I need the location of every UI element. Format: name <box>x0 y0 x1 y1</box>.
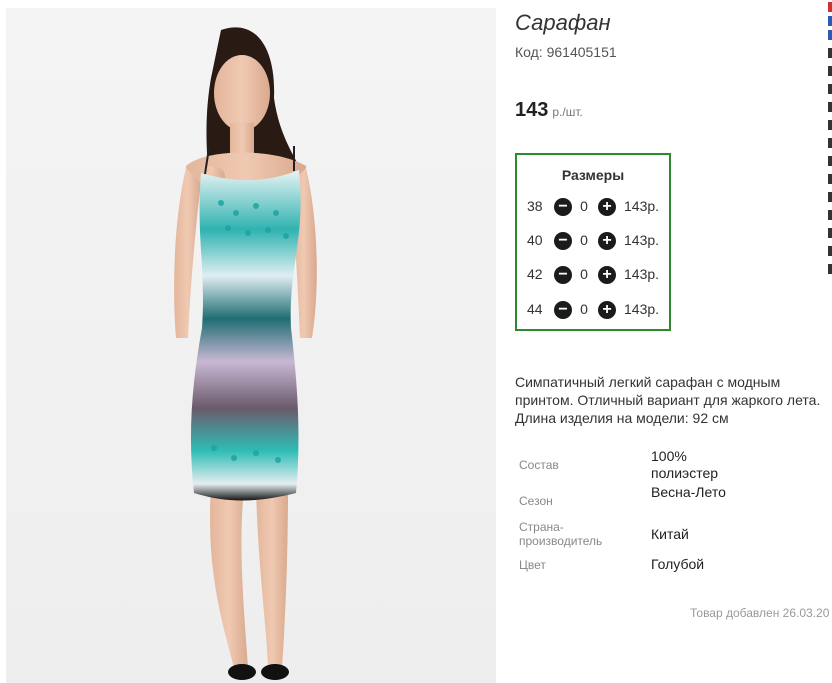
minus-icon[interactable]: − <box>554 266 572 284</box>
sizes-title: Размеры <box>561 167 625 183</box>
price-unit: р./шт. <box>552 105 583 119</box>
size-qty: 0 <box>580 232 588 248</box>
attribute-key: Сезон <box>519 494 553 508</box>
size-price: 143р. <box>624 232 660 248</box>
added-date: Товар добавлен 26.03.20 <box>690 606 830 620</box>
product-title: Сарафан <box>515 10 611 35</box>
plus-icon[interactable]: + <box>598 232 616 250</box>
product-code: Код: 961405151 <box>515 44 617 60</box>
attribute-value: Весна-Лето <box>651 484 726 500</box>
attribute-value: Китай <box>651 526 689 542</box>
attribute-key: Состав <box>519 458 559 472</box>
size-qty: 0 <box>580 198 588 214</box>
product-photo <box>6 8 496 683</box>
size-label: 42 <box>527 266 543 282</box>
minus-icon[interactable]: − <box>554 301 572 319</box>
minus-icon[interactable]: − <box>554 232 572 250</box>
minus-icon[interactable]: − <box>554 198 572 216</box>
attribute-key: Цвет <box>519 558 546 572</box>
attribute-key: Страна-производитель <box>519 520 603 548</box>
plus-icon[interactable]: + <box>598 301 616 319</box>
plus-icon[interactable]: + <box>598 198 616 216</box>
sizes-box: Размеры 38 − 0 + 143р. 40 − 0 + 143р. 42… <box>515 153 671 331</box>
price-value: 143 <box>515 99 549 121</box>
size-qty: 0 <box>580 266 588 282</box>
size-row: 40 − 0 + 143р. <box>517 230 669 252</box>
size-qty: 0 <box>580 301 588 317</box>
size-row: 42 − 0 + 143р. <box>517 264 669 286</box>
cropped-side-column <box>828 0 832 290</box>
attribute-value: 100% полиэстер <box>651 448 719 481</box>
size-label: 44 <box>527 301 543 317</box>
product-price: 143 р./шт. <box>515 99 583 122</box>
attribute-value: Голубой <box>651 556 705 572</box>
size-row: 38 − 0 + 143р. <box>517 196 669 218</box>
product-description: Симпатичный легкий сарафан с модным прин… <box>515 374 821 426</box>
size-row: 44 − 0 + 143р. <box>517 299 669 321</box>
size-label: 38 <box>527 198 543 214</box>
sundress-model-illustration <box>6 8 496 683</box>
size-price: 143р. <box>624 301 660 317</box>
size-label: 40 <box>527 232 543 248</box>
size-price: 143р. <box>624 198 660 214</box>
plus-icon[interactable]: + <box>598 266 616 284</box>
size-price: 143р. <box>624 266 660 282</box>
